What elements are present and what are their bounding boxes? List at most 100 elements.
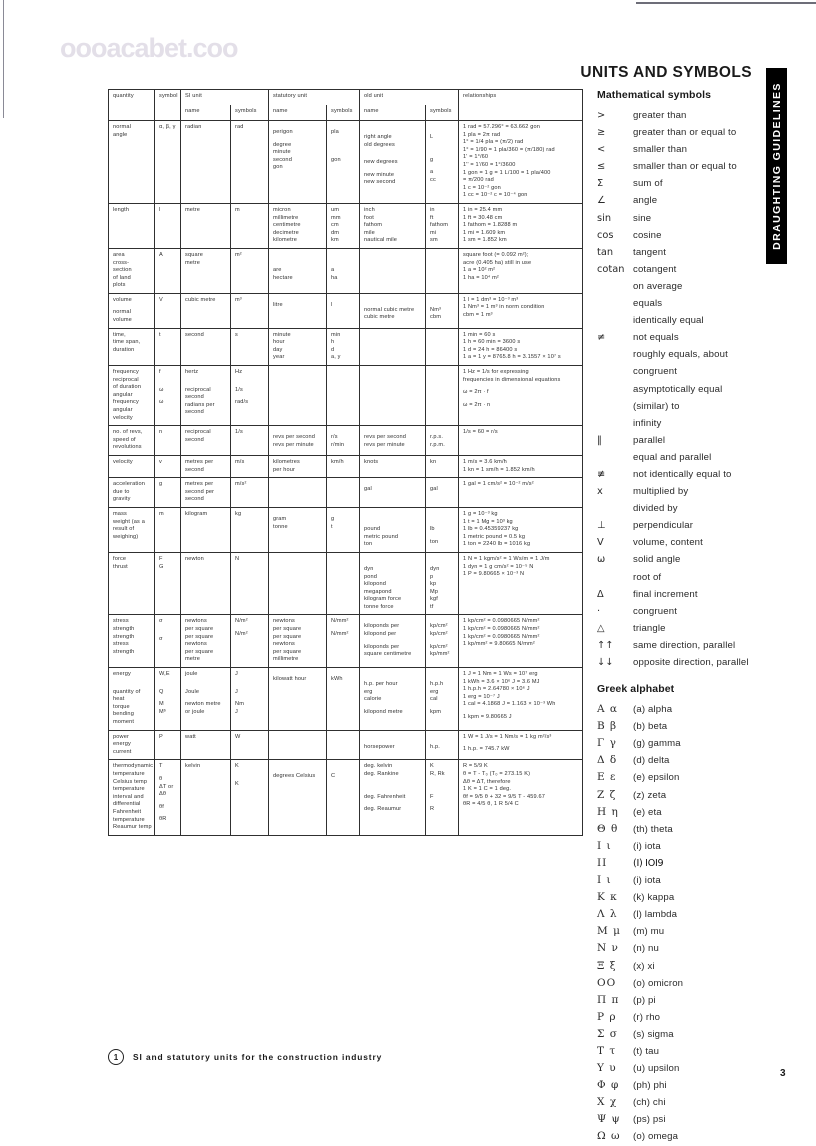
cell-line: degree	[273, 141, 292, 148]
cell-line	[364, 467, 422, 472]
cell-line: second	[185, 436, 204, 443]
cell-line: kg	[235, 510, 242, 517]
cell-quantity: velocity	[108, 454, 155, 479]
cell-line: torque	[113, 703, 130, 710]
cell-line: frequency	[113, 369, 139, 376]
cell-symbol: V	[154, 292, 181, 329]
cell-line: tonne force	[364, 603, 394, 610]
col-si-name: name	[180, 105, 231, 121]
cell-quantity: time, time span, duration	[108, 327, 155, 367]
reference-row: ≢ not identically equal to	[597, 466, 809, 483]
reference-row: < smaller than	[597, 141, 809, 158]
cell-line: power	[113, 733, 129, 740]
cell-line: kiloponds per	[364, 643, 400, 650]
cell-old-name	[359, 247, 427, 294]
cell-line: centimetre	[273, 222, 301, 229]
cell-line: thermodynamic	[113, 763, 154, 770]
cell-line: ha	[331, 274, 338, 281]
reference-description: identically equal	[633, 315, 704, 327]
cell-stat-name: kilowatt hour	[268, 667, 328, 731]
cell-line: 1 a = 10² m²	[463, 267, 496, 274]
cell-line: megapond	[364, 588, 392, 595]
cell-old-name: right angle old degrees new degrees new m…	[359, 120, 427, 204]
cell-line: 1 a = 1 y = 8765.8 h = 3.1557 × 10⁷ s	[463, 354, 561, 361]
cell-line: second	[185, 409, 204, 416]
cell-line: strength	[113, 633, 135, 640]
reference-description: smaller than or equal to	[633, 161, 737, 173]
cell-line: t	[331, 523, 333, 530]
cell-si-symbols: m/s	[229, 454, 270, 479]
reference-description: tangent	[633, 246, 667, 258]
cell-line: N/m²	[235, 618, 248, 625]
cell-line: per square	[185, 626, 214, 633]
reference-symbol: ≢	[597, 468, 606, 480]
col-quantity: quantity	[108, 89, 155, 121]
reference-row: Δ δ (d) delta	[597, 752, 809, 769]
reference-symbol: Ω ω	[597, 1130, 621, 1143]
cell-line: 1 h = 60 min = 3600 s	[463, 339, 521, 346]
cell-line: sm	[430, 237, 438, 244]
cell-symbol: t	[154, 327, 181, 367]
cell-si-symbols: W	[229, 729, 270, 761]
cell-line: t	[159, 331, 161, 338]
reference-symbol: Γ γ	[597, 737, 617, 750]
cell-line: 1 K = 1 C = 1 deg.	[463, 786, 512, 793]
cell-line: n	[159, 429, 163, 436]
cell-symbol: n	[154, 425, 181, 456]
cell-line: cbm	[430, 314, 442, 321]
cell-line: M	[159, 701, 164, 708]
cell-line: newtons	[273, 641, 295, 648]
reference-description: (th) theta	[633, 823, 673, 835]
cell-line: time span,	[113, 339, 141, 346]
cell-line: mile	[364, 229, 375, 236]
cell-symbol: l	[154, 202, 181, 249]
cell-stat-symbols	[326, 477, 361, 508]
reference-row: Σ σ (s) sigma	[597, 1026, 809, 1043]
reference-row: Ν ν (n) nu	[597, 940, 809, 957]
cell-line: temperature	[113, 770, 145, 777]
reference-description: (i) iota	[633, 875, 661, 887]
cell-stat-symbols: km/h	[326, 454, 361, 479]
cell-line: 1 t = 1 Mg = 10³ kg	[463, 518, 513, 525]
cell-line: kilogram force	[364, 596, 402, 603]
cell-line: new second	[364, 179, 396, 186]
reference-description: (x) xi	[633, 960, 655, 972]
cell-relationships: 1 min = 60 s1 h = 60 min = 3600 s1 d = 2…	[458, 327, 584, 367]
cell-relationships: 1 Hz = 1/s for expressing frequencies in …	[458, 365, 584, 427]
cell-line: gal	[430, 486, 438, 493]
cell-line: kilowatt hour	[273, 676, 307, 683]
reference-row: Ε ε (e) epsilon	[597, 769, 809, 786]
cell-line: second	[185, 331, 204, 338]
cell-line: cross-	[113, 259, 130, 266]
cell-line: Mᵇ	[159, 708, 167, 715]
col-stat-name: name	[268, 105, 328, 121]
reference-symbol: cotan	[597, 263, 625, 275]
cell-line: minute	[273, 149, 291, 156]
cell-line: section	[113, 267, 132, 274]
cell-line: 1/s	[235, 386, 243, 393]
cell-line: um	[331, 206, 340, 213]
cell-line: hour	[273, 339, 285, 346]
cell-line: per square	[273, 626, 302, 633]
cell-line: pla	[331, 129, 339, 135]
reference-symbol: ↓↓	[597, 657, 614, 668]
reference-description: (a) alpha	[633, 704, 673, 716]
cell-line: per square	[185, 648, 214, 655]
cell-si-symbols: m/s²	[229, 477, 270, 508]
cell-relationships: 1 gal = 1 cm/s² = 10⁻² m/s²	[458, 477, 584, 508]
reference-description: opposite direction, parallel	[633, 657, 749, 668]
cell-si-symbols: 1/s	[229, 425, 270, 456]
cell-line: 1 mi = 1.609 km	[463, 229, 506, 236]
cell-old-symbols: lb ton	[425, 506, 460, 553]
math-symbols-title: Mathematical symbols	[597, 89, 712, 101]
cell-line: N	[235, 555, 240, 562]
cell-line: 1 gal = 1 cm/s² = 10⁻² m/s²	[463, 481, 534, 488]
reference-symbol: Λ λ	[597, 908, 618, 921]
cell-line: g	[159, 481, 163, 488]
cell-line: Reaumur temp	[113, 824, 152, 831]
cell-si-name: newtons per square per square newtons per sq…	[180, 614, 231, 669]
cell-line: new degrees	[364, 159, 398, 166]
reference-description: cotangent	[633, 263, 677, 275]
cell-line: per hour	[273, 466, 296, 473]
reference-description: smaller than	[633, 144, 688, 156]
